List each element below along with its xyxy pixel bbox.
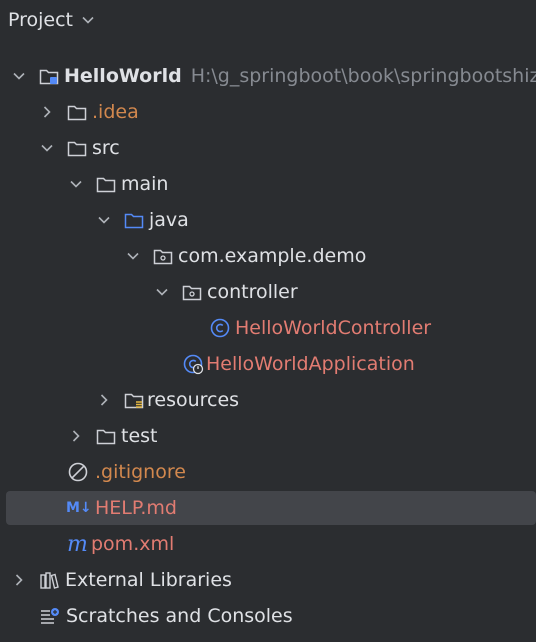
- tree-item-label: controller: [207, 281, 298, 303]
- tree-item-label: Scratches and Consoles: [66, 605, 293, 627]
- tree-item-label: HelloWorld: [64, 65, 182, 87]
- tree-item-label: main: [121, 173, 169, 195]
- chevron-down-icon[interactable]: [155, 285, 169, 299]
- tree-item-label: .idea: [92, 101, 139, 123]
- folder-icon: [96, 429, 116, 445]
- tree-item-main[interactable]: main: [0, 167, 536, 201]
- chevron-right-icon[interactable]: [40, 105, 54, 119]
- chevron-right-icon[interactable]: [69, 429, 83, 443]
- tree-item-label: HelloWorldApplication: [206, 353, 415, 375]
- resources-folder-icon: [124, 393, 144, 409]
- tree-item-idea[interactable]: .idea: [0, 95, 536, 129]
- spring-boot-application-icon: [183, 354, 204, 375]
- chevron-right-icon[interactable]: [97, 393, 111, 407]
- maven-icon: m: [67, 531, 88, 557]
- tree-item-help-md[interactable]: M↓ HELP.md: [6, 491, 536, 525]
- external-libraries-icon: [40, 572, 59, 589]
- module-folder-icon: [39, 69, 59, 85]
- tree-item-label: External Libraries: [65, 569, 232, 591]
- project-path: H:\g_springboot\book\springbootshiz: [190, 65, 536, 87]
- source-root-folder-icon: [124, 213, 144, 229]
- project-panel-header[interactable]: Project: [8, 6, 95, 34]
- tree-item-resources[interactable]: resources: [0, 383, 536, 417]
- tree-item-label: .gitignore: [95, 461, 186, 483]
- chevron-down-icon[interactable]: [69, 177, 83, 191]
- chevron-right-icon[interactable]: [12, 573, 26, 587]
- tree-item-src[interactable]: src: [0, 131, 536, 165]
- panel-title: Project: [8, 9, 74, 31]
- chevron-down-icon[interactable]: [12, 69, 26, 83]
- tree-item-label: test: [121, 425, 158, 447]
- ignore-file-icon: [68, 462, 88, 482]
- tree-item-label: HelloWorldController: [235, 317, 432, 339]
- tree-item-pom-xml[interactable]: m pom.xml: [0, 527, 536, 561]
- tree-item-helloworld[interactable]: HelloWorld H:\g_springboot\book\springbo…: [0, 59, 536, 93]
- chevron-down-icon[interactable]: [81, 13, 95, 27]
- tree-item-label: HELP.md: [95, 497, 177, 519]
- chevron-down-icon[interactable]: [126, 249, 140, 263]
- tree-item-label: java: [149, 209, 189, 231]
- tree-item-label: src: [92, 137, 120, 159]
- tree-item-package-demo[interactable]: com.example.demo: [0, 239, 536, 273]
- scratches-icon: [41, 608, 59, 624]
- markdown-icon: M↓: [66, 500, 92, 516]
- tree-item-scratches[interactable]: Scratches and Consoles: [0, 599, 536, 633]
- tree-item-java[interactable]: java: [0, 203, 536, 237]
- folder-icon: [67, 141, 87, 157]
- tree-item-gitignore[interactable]: .gitignore: [0, 455, 536, 489]
- tree-item-test[interactable]: test: [0, 419, 536, 453]
- tree-item-helloworldapplication[interactable]: HelloWorldApplication: [0, 347, 536, 381]
- tree-item-label: resources: [147, 389, 240, 411]
- tree-item-label: com.example.demo: [178, 245, 367, 267]
- tree-item-external-libraries[interactable]: External Libraries: [0, 563, 536, 597]
- tree-item-label: pom.xml: [91, 533, 175, 555]
- tree-item-package-controller[interactable]: controller: [0, 275, 536, 309]
- chevron-down-icon[interactable]: [97, 213, 111, 227]
- package-icon: [182, 285, 202, 301]
- package-icon: [153, 249, 173, 265]
- folder-icon: [67, 105, 87, 121]
- java-class-icon: [210, 318, 230, 338]
- tree-item-helloworldcontroller[interactable]: HelloWorldController: [0, 311, 536, 345]
- folder-icon: [96, 177, 116, 193]
- chevron-down-icon[interactable]: [40, 141, 54, 155]
